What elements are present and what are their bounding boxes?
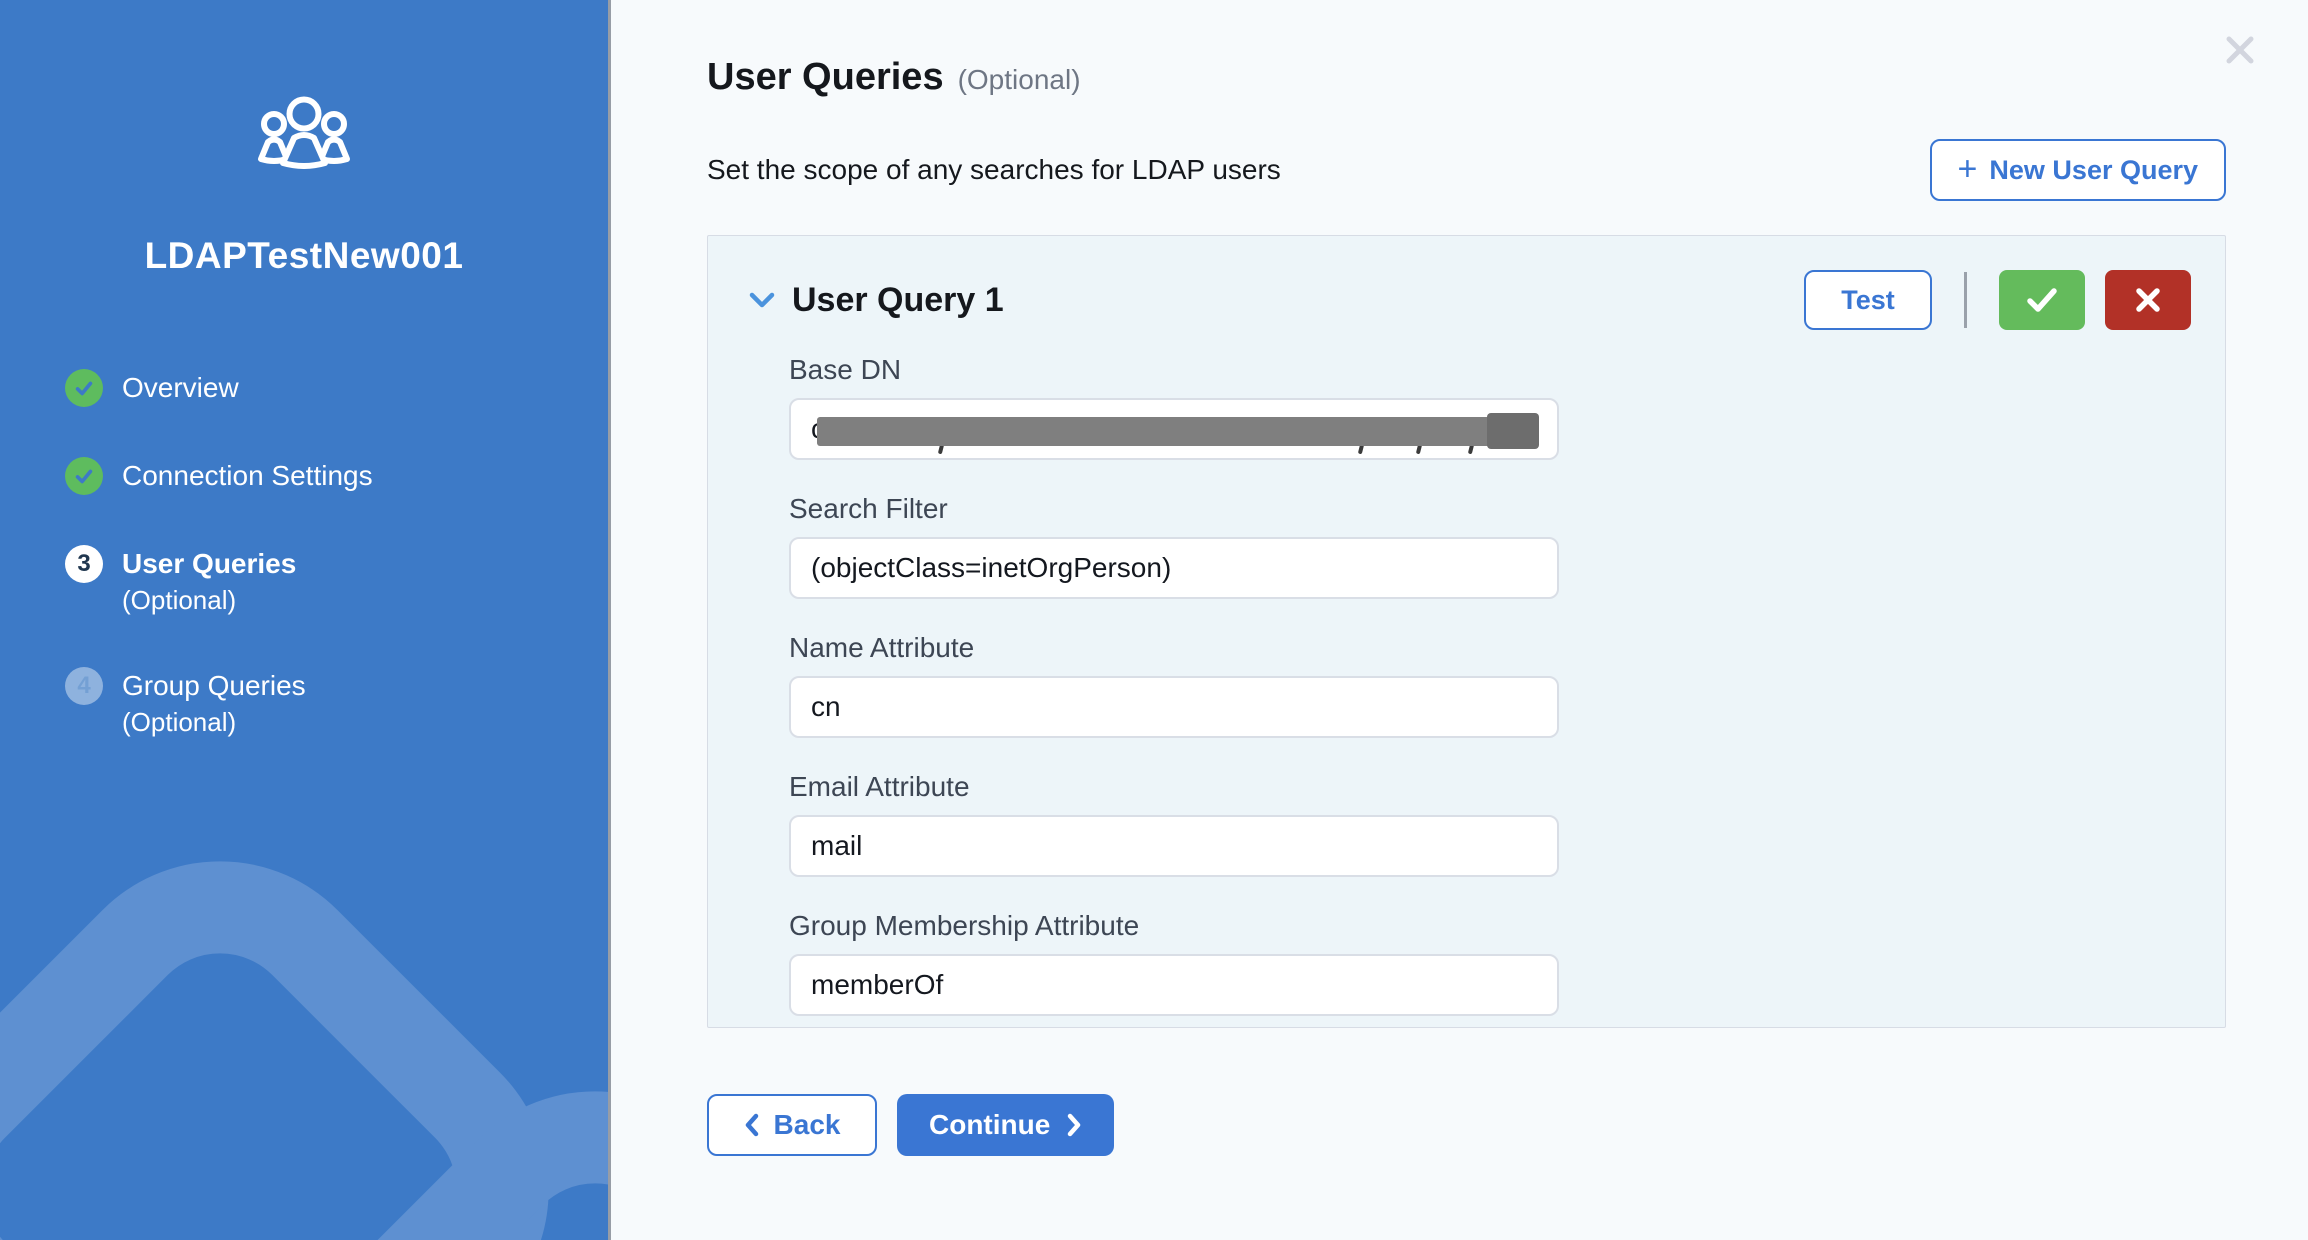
chevron-left-icon — [744, 1113, 760, 1137]
test-button[interactable]: Test — [1804, 270, 1932, 330]
chevron-right-icon — [1066, 1113, 1082, 1137]
step-sublabel: (Optional) — [122, 707, 236, 737]
step-user-queries[interactable]: 3 User Queries (Optional) — [65, 545, 608, 617]
field-group-membership-attribute: Group Membership Attribute — [789, 910, 1559, 1016]
group-membership-attribute-label: Group Membership Attribute — [789, 910, 1559, 942]
wizard-sidebar: LDAPTestNew001 Overview — [0, 0, 611, 1240]
step-group-queries[interactable]: 4 Group Queries (Optional) — [65, 667, 608, 739]
step-done-badge — [65, 457, 103, 495]
users-group-icon — [254, 95, 354, 169]
new-user-query-label: New User Query — [1989, 155, 2198, 186]
user-query-panel: User Query 1 Test — [707, 235, 2226, 1028]
step-label: Overview — [122, 372, 239, 403]
chevron-down-icon[interactable] — [748, 291, 776, 309]
email-attribute-input[interactable] — [789, 815, 1559, 877]
connector-name: LDAPTestNew001 — [0, 235, 608, 277]
name-attribute-label: Name Attribute — [789, 632, 1559, 664]
step-label: Connection Settings — [122, 460, 373, 491]
plus-icon: + — [1958, 152, 1978, 186]
page-subtitle: Set the scope of any searches for LDAP u… — [707, 154, 1281, 186]
step-label: Group Queries — [122, 670, 306, 701]
page-header: User Queries (Optional) Set the scope of… — [614, 0, 2308, 201]
field-base-dn: Base DN — [789, 354, 1559, 460]
step-overview[interactable]: Overview — [65, 369, 608, 407]
step-done-badge — [65, 369, 103, 407]
continue-label: Continue — [929, 1109, 1050, 1141]
step-label: User Queries — [122, 548, 296, 579]
delete-query-button[interactable] — [2105, 270, 2191, 330]
field-email-attribute: Email Attribute — [789, 771, 1559, 877]
ldap-wizard-modal: LDAPTestNew001 Overview — [0, 0, 2308, 1240]
name-attribute-input[interactable] — [789, 676, 1559, 738]
redaction-bar — [817, 417, 1539, 446]
back-label: Back — [774, 1109, 841, 1141]
accept-query-button[interactable] — [1999, 270, 2085, 330]
check-icon — [73, 377, 95, 399]
email-attribute-label: Email Attribute — [789, 771, 1559, 803]
search-filter-label: Search Filter — [789, 493, 1559, 525]
base-dn-label: Base DN — [789, 354, 1559, 386]
step-number-badge: 4 — [65, 667, 103, 705]
page-title-suffix: (Optional) — [958, 64, 1081, 96]
search-filter-input[interactable] — [789, 537, 1559, 599]
wizard-footer: Back Continue — [614, 1028, 2308, 1156]
wizard-main: User Queries (Optional) Set the scope of… — [614, 0, 2308, 1240]
group-membership-attribute-input[interactable] — [789, 954, 1559, 1016]
check-icon — [2025, 286, 2059, 314]
page-title: User Queries — [707, 56, 944, 99]
check-icon — [73, 465, 95, 487]
step-number-badge: 3 — [65, 545, 103, 583]
user-query-form: Base DN Search Filter — [708, 330, 2225, 1016]
redaction-bar-end — [1487, 413, 1539, 449]
user-query-panel-header: User Query 1 Test — [708, 236, 2225, 330]
user-query-title: User Query 1 — [792, 281, 1804, 320]
new-user-query-button[interactable]: + New User Query — [1930, 139, 2226, 201]
step-sublabel: (Optional) — [122, 585, 236, 615]
step-connection-settings[interactable]: Connection Settings — [65, 457, 608, 495]
wizard-steps: Overview Connection Settings 3 — [0, 369, 608, 739]
divider — [1964, 272, 1967, 328]
field-search-filter: Search Filter — [789, 493, 1559, 599]
continue-button[interactable]: Continue — [897, 1094, 1114, 1156]
field-name-attribute: Name Attribute — [789, 632, 1559, 738]
x-mark-icon — [2134, 286, 2162, 314]
back-button[interactable]: Back — [707, 1094, 877, 1156]
close-icon[interactable] — [2222, 32, 2258, 68]
